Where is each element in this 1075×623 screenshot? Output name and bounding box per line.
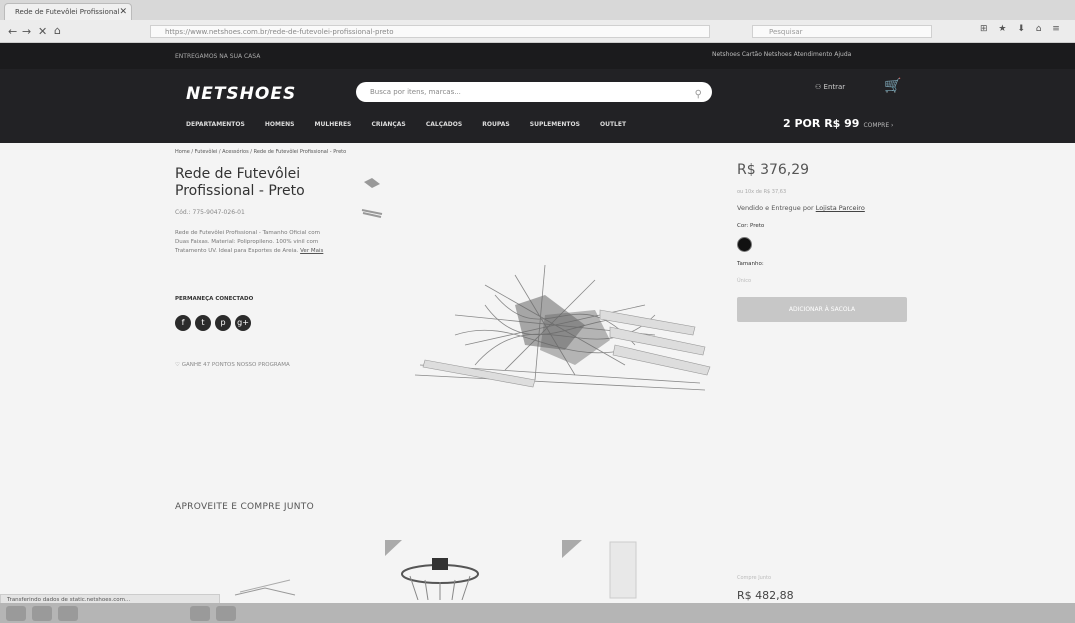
twitter-icon[interactable]: t [195, 315, 211, 331]
top-links[interactable]: Netshoes Cartão Netshoes Atendimento Aju… [712, 51, 851, 58]
os-taskbar [0, 603, 1075, 623]
installment-price: ou 10x de R$ 37,63 [737, 189, 787, 195]
browser-menu-icons[interactable]: ⊞ ★ ⬇ ⌂ ≡ [980, 24, 1064, 34]
taskbar-mail-icon[interactable] [190, 606, 210, 621]
facebook-icon[interactable]: f [175, 315, 191, 331]
home-icon[interactable]: ⌂ [54, 24, 61, 37]
promo-deal-text: 2 POR R$ 99 [783, 117, 860, 130]
size-label: Tamanho: [737, 261, 764, 267]
site-search-placeholder: Busca por itens, marcas... [370, 88, 461, 96]
netshoes-logo[interactable]: NETSHOES [186, 84, 296, 104]
seller-link[interactable]: Lojista Parceiro [816, 204, 865, 212]
product-main-image[interactable] [395, 255, 715, 400]
description-text: Rede de Futevôlei Profissional - Tamanho… [175, 230, 320, 254]
product-description: Rede de Futevôlei Profissional - Tamanho… [175, 229, 335, 256]
browser-tab-bar [0, 0, 1075, 20]
product-ref: Cód.: 775-9047-026-01 [175, 209, 245, 216]
nav-criancas[interactable]: CRIANÇAS [371, 121, 405, 128]
product-price: R$ 376,29 [737, 162, 810, 178]
color-swatch-black[interactable] [737, 237, 752, 252]
search-icon[interactable]: ⚲ [695, 85, 702, 105]
see-more-link[interactable]: Ver Mais [300, 248, 323, 254]
sold-by-prefix: Vendido e Entregue por [737, 204, 814, 212]
size-option[interactable]: Único [737, 278, 751, 284]
taskbar-explorer-icon[interactable] [32, 606, 52, 621]
nav-mulheres[interactable]: MULHERES [315, 121, 352, 128]
cart-icon[interactable]: 🛒 [884, 78, 901, 94]
site-search-input[interactable]: Busca por itens, marcas... ⚲ [356, 82, 712, 102]
points-info: ♡ GANHE 47 PONTOS NOSSO PROGRAMA [175, 362, 290, 368]
product-thumbnail-1[interactable] [360, 172, 384, 194]
nav-suplementos[interactable]: SUPLEMENTOS [530, 121, 580, 128]
taskbar-browser-icon[interactable] [58, 606, 78, 621]
browser-tab[interactable]: Rede de Futevôlei Profissional ✕ [4, 3, 132, 20]
back-arrow-icon[interactable]: ← [8, 25, 17, 38]
pinterest-icon[interactable]: p [215, 315, 231, 331]
add-to-cart-button[interactable]: ADICIONAR À SACOLA [737, 297, 907, 322]
stop-load-icon[interactable]: ✕ [38, 25, 47, 38]
taskbar-word-icon[interactable] [216, 606, 236, 621]
points-text: GANHE 47 PONTOS NOSSO PROGRAMA [181, 362, 290, 368]
sold-by: Vendido e Entregue por Lojista Parceiro [737, 204, 865, 212]
trophy-icon: ♡ [175, 362, 182, 368]
login-link[interactable]: ⚇ Entrar [815, 83, 845, 91]
category-nav: DEPARTAMENTOS HOMENS MULHERES CRIANÇAS C… [186, 121, 644, 128]
tab-close-icon[interactable]: ✕ [119, 4, 127, 21]
promo-deal[interactable]: 2 POR R$ 99 COMPRE › [783, 117, 893, 130]
product-title: Rede de Futevôlei Profissional - Preto [175, 166, 305, 199]
user-icon: ⚇ [815, 83, 824, 91]
forward-arrow-icon[interactable]: → [22, 25, 31, 38]
combo-label: Compre Junto [737, 575, 772, 581]
combo-product-3-image[interactable] [560, 538, 650, 600]
buy-together-title: APROVEITE E COMPRE JUNTO [175, 502, 314, 512]
browser-search-input[interactable]: Pesquisar [752, 25, 932, 38]
breadcrumb[interactable]: Home / Futevôlei / Acessórios / Rede de … [175, 149, 346, 155]
nav-roupas[interactable]: ROUPAS [482, 121, 509, 128]
combo-product-2-image[interactable] [380, 538, 500, 600]
product-thumbnail-2[interactable] [360, 202, 384, 224]
tab-title: Rede de Futevôlei Profissional [15, 8, 120, 16]
nav-calcados[interactable]: CALÇADOS [426, 121, 462, 128]
start-icon[interactable] [6, 606, 26, 621]
promo-deal-link: COMPRE › [863, 122, 894, 129]
nav-homens[interactable]: HOMENS [265, 121, 295, 128]
google-plus-icon[interactable]: g+ [235, 315, 251, 331]
login-label: Entrar [823, 83, 846, 91]
color-label: Cor: Preto [737, 223, 765, 229]
combo-product-1-image[interactable] [230, 540, 300, 600]
top-promo-text[interactable]: ENTREGAMOS NA SUA CASA [175, 53, 260, 60]
nav-departamentos[interactable]: DEPARTAMENTOS [186, 121, 245, 128]
address-bar[interactable]: https://www.netshoes.com.br/rede-de-fute… [150, 25, 710, 38]
combo-price: R$ 482,88 [737, 589, 794, 602]
site-top-strip [0, 43, 1075, 69]
stay-connected-label: PERMANEÇA CONECTADO [175, 296, 254, 302]
nav-outlet[interactable]: OUTLET [600, 121, 626, 128]
